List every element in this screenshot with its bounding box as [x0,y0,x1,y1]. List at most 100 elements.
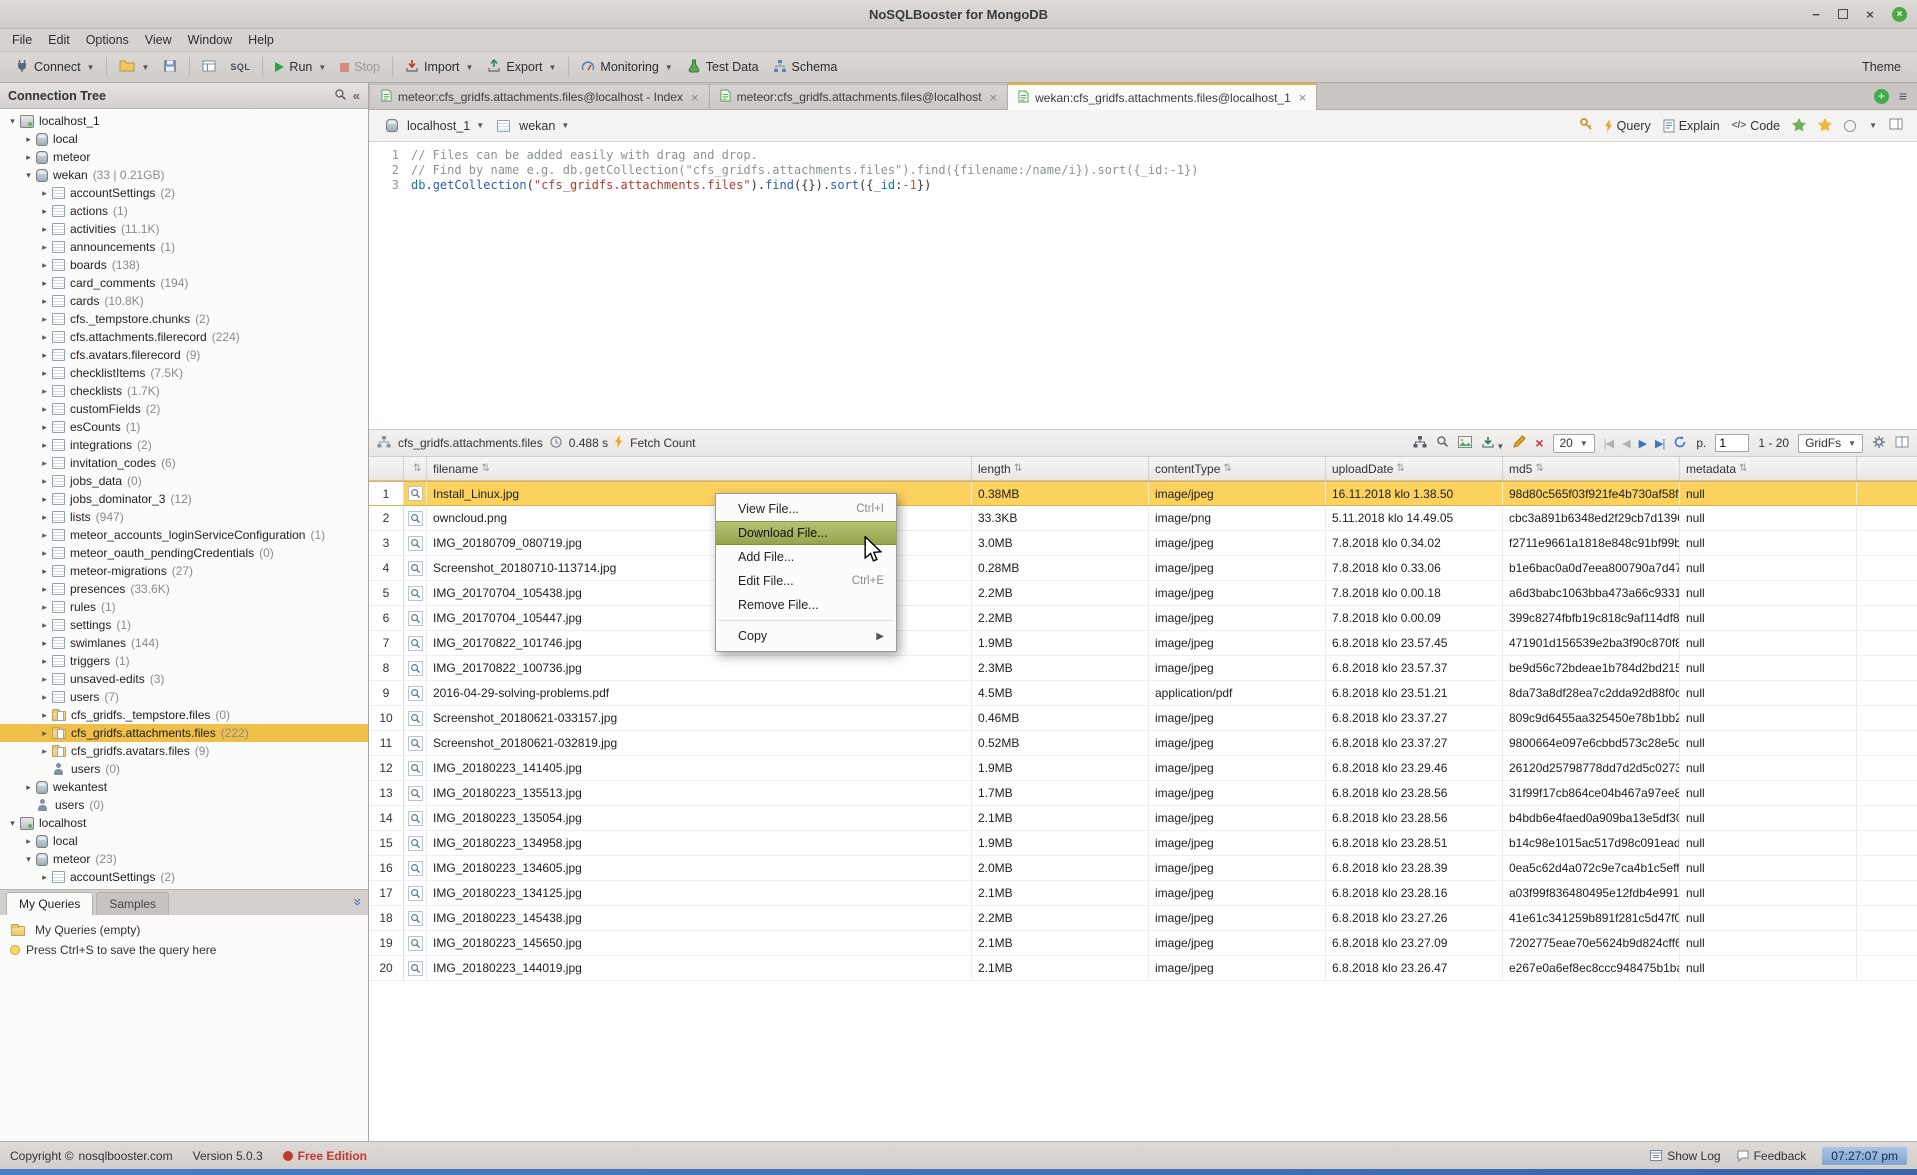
tree-item-checklistItems[interactable]: ▸checklistItems(7.5K) [0,364,368,382]
table-row[interactable]: 11Screenshot_20180621-032819.jpg0.52MBim… [369,731,1917,756]
magnifier-icon[interactable] [408,711,423,726]
tree-expand-arrow[interactable]: ▸ [38,260,51,271]
magnifier-icon[interactable] [408,736,423,751]
code-pane[interactable]: // Files can be added easily with drag a… [411,142,1917,429]
magnifier-icon[interactable] [408,486,423,501]
sql-button[interactable]: SQL [223,58,257,76]
column-header-uploadDate[interactable]: uploadDate⇅ [1326,457,1503,480]
row-preview-cell[interactable] [404,681,427,705]
row-preview-cell[interactable] [404,556,427,580]
magnifier-icon[interactable] [408,611,423,626]
tree-item-customFields[interactable]: ▸customFields(2) [0,400,368,418]
query-editor[interactable]: 123 // Files can be added easily with dr… [369,142,1917,429]
menu-edit[interactable]: Edit [40,30,78,50]
context-menu-item-remove-file[interactable]: Remove File... [716,593,896,617]
table-row[interactable]: 4Screenshot_20180710-113714.jpg0.28MBima… [369,556,1917,581]
tree-expand-arrow[interactable]: ▸ [38,350,51,361]
tree-item-meteor_accounts_loginServiceConfiguration[interactable]: ▸meteor_accounts_loginServiceConfigurati… [0,526,368,544]
menu-view[interactable]: View [137,30,180,50]
run-button[interactable]: Run▼ [268,56,333,78]
tree-expand-arrow[interactable]: ▸ [38,710,51,721]
tree-expand-arrow[interactable]: ▸ [38,332,51,343]
context-menu-item-view-file[interactable]: View File...Ctrl+I [716,497,896,521]
settings-gear-icon[interactable] [1872,435,1886,452]
first-page-button[interactable]: |◀ [1604,437,1613,450]
menu-options[interactable]: Options [78,30,137,50]
tree-item-wekan[interactable]: ▾wekan(33 | 0.21GB) [0,166,368,184]
table-row[interactable]: 17IMG_20180223_134125.jpg2.1MBimage/jpeg… [369,881,1917,906]
tree-item-presences[interactable]: ▸presences(33.6K) [0,580,368,598]
panel-tab-my-queries[interactable]: My Queries [6,892,93,915]
search-icon[interactable] [334,88,347,104]
context-menu-item-copy[interactable]: Copy▶ [716,624,896,648]
tree-expand-arrow[interactable]: ▸ [38,566,51,577]
table-row[interactable]: 18IMG_20180223_145438.jpg2.2MBimage/jpeg… [369,906,1917,931]
table-row[interactable]: 7IMG_20170822_101746.jpg1.9MBimage/jpeg6… [369,631,1917,656]
tree-item-cfs.attachments.filerecord[interactable]: ▸cfs.attachments.filerecord(224) [0,328,368,346]
table-row[interactable]: 10Screenshot_20180621-033157.jpg0.46MBim… [369,706,1917,731]
tree-item-rules[interactable]: ▸rules(1) [0,598,368,616]
tree-expand-arrow[interactable]: ▸ [38,458,51,469]
connect-button[interactable]: Connect▼ [8,55,101,80]
tree-expand-arrow[interactable]: ▸ [38,674,51,685]
tree-item-cfs_gridfs._tempstore.files[interactable]: ▸cfs_gridfs._tempstore.files(0) [0,706,368,724]
tree-item-meteor[interactable]: ▸meteor [0,148,368,166]
row-preview-cell[interactable] [404,931,427,955]
row-preview-cell[interactable] [404,531,427,555]
expand-all-icon[interactable] [1413,436,1427,451]
tree-item-lists[interactable]: ▸lists(947) [0,508,368,526]
magnifier-icon[interactable] [408,911,423,926]
table-row[interactable]: 92016-04-29-solving-problems.pdf4.5MBapp… [369,681,1917,706]
tab-close-icon[interactable]: × [691,90,699,105]
table-row[interactable]: 5IMG_20170704_105438.jpg2.2MBimage/jpeg7… [369,581,1917,606]
tree-expand-arrow[interactable]: ▸ [38,638,51,649]
page-number-input[interactable] [1715,434,1749,452]
magnifier-icon[interactable] [408,636,423,651]
tree-item-unsaved-edits[interactable]: ▸unsaved-edits(3) [0,670,368,688]
tree-expand-arrow[interactable]: ▸ [22,782,35,793]
feedback-button[interactable]: Feedback [1737,1149,1807,1163]
collapse-panel-icon[interactable]: « [348,898,364,906]
new-tab-icon[interactable]: + [1874,89,1889,104]
tree-item-announcements[interactable]: ▸announcements(1) [0,238,368,256]
tree-expand-arrow[interactable]: ▸ [38,512,51,523]
tree-item-accountSettings[interactable]: ▸accountSettings(2) [0,184,368,202]
tree-expand-arrow[interactable]: ▸ [38,872,51,883]
layout-panel-icon[interactable] [1889,118,1903,133]
tree-expand-arrow[interactable]: ▸ [38,656,51,667]
menu-help[interactable]: Help [240,30,282,50]
row-preview-cell[interactable] [404,606,427,630]
tree-item-card_comments[interactable]: ▸card_comments(194) [0,274,368,292]
tree-expand-arrow[interactable]: ▸ [38,206,51,217]
magnifier-icon[interactable] [408,886,423,901]
fetch-count-button[interactable]: Fetch Count [630,436,695,450]
tree-item-cfs.avatars.filerecord[interactable]: ▸cfs.avatars.filerecord(9) [0,346,368,364]
tree-expand-arrow[interactable]: ▸ [38,224,51,235]
history-icon[interactable] [1844,120,1856,132]
add-favorite-icon[interactable] [1792,118,1806,134]
magnifier-icon[interactable] [408,686,423,701]
tree-item-accountSettings[interactable]: ▸accountSettings(2) [0,868,368,886]
tree-expand-arrow[interactable]: ▸ [38,548,51,559]
theme-button[interactable]: Theme [1862,60,1909,74]
tree-expand-arrow[interactable]: ▸ [38,368,51,379]
tree-item-localhost[interactable]: ▾localhost [0,814,368,832]
query-editor-button[interactable] [195,55,223,80]
magnifier-icon[interactable] [408,936,423,951]
tree-item-invitation_codes[interactable]: ▸invitation_codes(6) [0,454,368,472]
tree-expand-arrow[interactable]: ▸ [38,494,51,505]
row-number-header[interactable] [369,457,404,480]
table-row[interactable]: 2owncloud.png33.3KBimage/png5.11.2018 kl… [369,506,1917,531]
minimize-button[interactable]: − [1809,7,1823,22]
row-preview-cell[interactable] [404,706,427,730]
tree-expand-arrow[interactable]: ▸ [38,584,51,595]
column-header-md5[interactable]: md5⇅ [1503,457,1680,480]
page-size-select[interactable]: 20 ▼ [1553,434,1595,453]
table-row[interactable]: 1Install_Linux.jpg0.38MBimage/jpeg16.11.… [369,481,1917,506]
editor-tab-1[interactable]: meteor:cfs_gridfs.attachments.files@loca… [371,84,710,109]
table-row[interactable]: 15IMG_20180223_134958.jpg1.9MBimage/jpeg… [369,831,1917,856]
magnifier-icon[interactable] [408,786,423,801]
tree-item-swimlanes[interactable]: ▸swimlanes(144) [0,634,368,652]
last-page-button[interactable]: ▶| [1655,437,1664,450]
row-preview-cell[interactable] [404,581,427,605]
